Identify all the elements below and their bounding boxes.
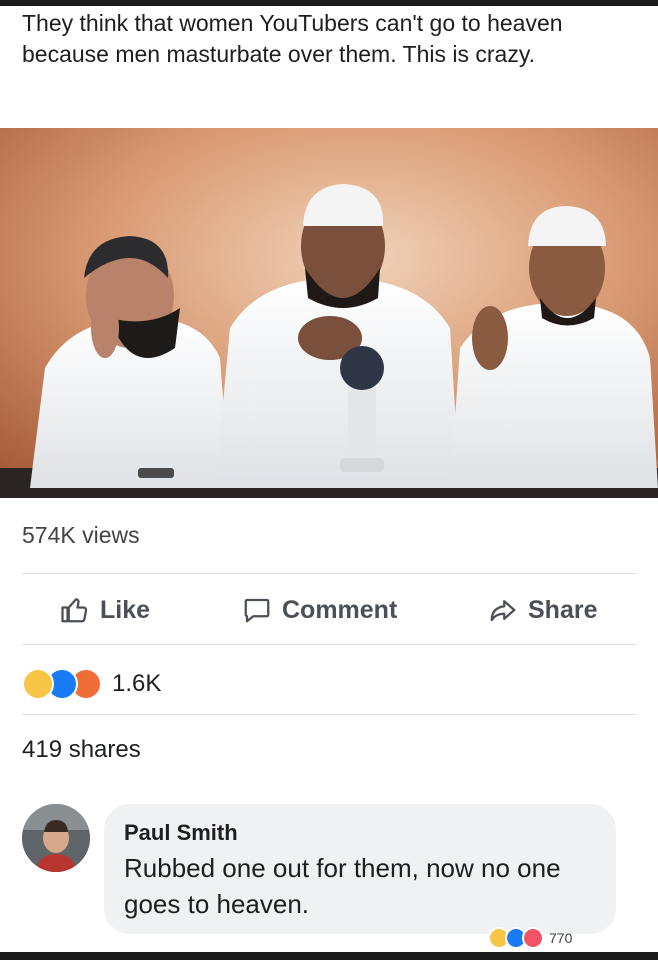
comment-author[interactable]: Paul Smith: [124, 820, 238, 846]
view-count: 574K views: [22, 522, 140, 548]
avatar[interactable]: [22, 804, 90, 872]
comment-bubble-icon: [244, 598, 270, 623]
bottom-edge: [0, 952, 658, 960]
video-thumbnail[interactable]: [0, 128, 658, 498]
share-arrow-icon: [490, 600, 516, 622]
comment-bubble: Paul Smith Rubbed one out for them, now …: [104, 804, 616, 934]
avatar-image: [22, 804, 90, 872]
like-button[interactable]: Like: [60, 588, 150, 632]
divider: [22, 644, 636, 645]
comment-text: Rubbed one out for them, now no one goes…: [124, 853, 561, 919]
like-label: Like: [100, 595, 151, 624]
comment-reaction-summary[interactable]: 770: [488, 927, 573, 949]
reaction-summary[interactable]: 1.6K: [22, 666, 161, 702]
top-edge: [0, 0, 658, 6]
video-frame-image: [0, 128, 658, 498]
share-label: Share: [528, 595, 598, 624]
divider: [22, 573, 636, 574]
post-text: They think that women YouTubers can't go…: [22, 10, 563, 67]
haha-icon: [22, 668, 54, 700]
reaction-count: 1.6K: [112, 670, 162, 697]
divider: [22, 714, 636, 715]
thumbs-up-icon: [61, 598, 88, 623]
action-bar: Like Comment Share: [0, 588, 658, 632]
share-count[interactable]: 419 shares: [22, 736, 141, 764]
comment-button[interactable]: Comment: [242, 588, 397, 632]
share-button[interactable]: Share: [488, 588, 597, 632]
comment-reaction-count: 770: [549, 930, 573, 946]
comment-label: Comment: [282, 595, 398, 624]
love-icon: [522, 927, 544, 949]
